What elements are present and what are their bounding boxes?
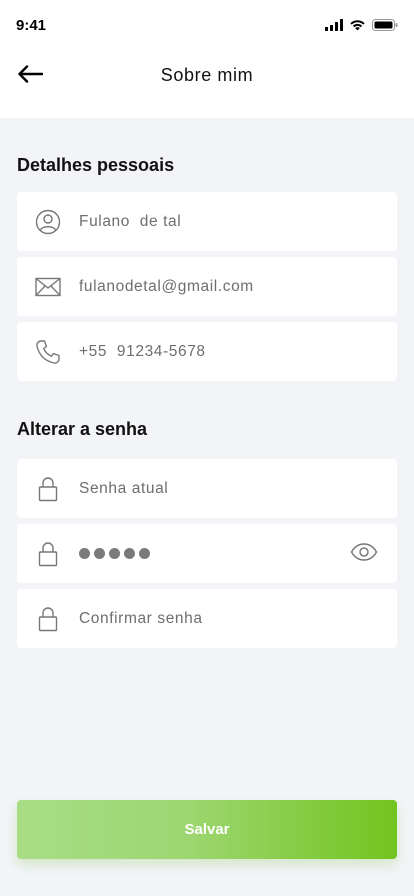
name-value[interactable]: Fulano de tal: [79, 213, 181, 231]
toggle-password-visibility-button[interactable]: [349, 539, 379, 569]
status-bar: 9:41: [0, 0, 414, 52]
user-icon: [33, 207, 63, 237]
personal-details-title: Detalhes pessoais: [17, 155, 175, 175]
wifi-icon: [349, 18, 366, 36]
password-dot: [79, 548, 90, 559]
page-title: Sobre mim: [160, 65, 254, 85]
lock-icon: [33, 604, 63, 634]
email-value[interactable]: fulanodetal@gmail.com: [79, 278, 254, 296]
mail-icon: [33, 272, 63, 302]
password-dot: [109, 548, 120, 559]
lock-icon: [33, 539, 63, 569]
eye-icon: [350, 542, 378, 566]
cellular-signal-icon: [325, 18, 343, 36]
email-field[interactable]: fulanodetal@gmail.com: [17, 257, 397, 316]
current-password-placeholder[interactable]: Senha atual: [79, 480, 168, 498]
change-password-title: Alterar a senha: [17, 419, 148, 439]
app-header: Sobre mim: [0, 52, 414, 118]
battery-icon: [372, 18, 398, 36]
password-dot: [94, 548, 105, 559]
new-password-field[interactable]: [17, 524, 397, 583]
current-password-field[interactable]: Senha atual: [17, 459, 397, 518]
status-time: 9:41: [16, 17, 47, 34]
save-button[interactable]: Salvar: [17, 800, 397, 859]
confirm-password-field[interactable]: Confirmar senha: [17, 589, 397, 648]
password-dot: [124, 548, 135, 559]
name-field[interactable]: Fulano de tal: [17, 192, 397, 251]
lock-icon: [33, 474, 63, 504]
phone-value[interactable]: +55 91234-5678: [79, 343, 206, 361]
password-mask[interactable]: [79, 548, 150, 559]
password-dot: [139, 548, 150, 559]
phone-field[interactable]: +55 91234-5678: [17, 322, 397, 381]
confirm-password-placeholder[interactable]: Confirmar senha: [79, 610, 203, 628]
phone-icon: [33, 337, 63, 367]
status-icons: [325, 18, 398, 36]
